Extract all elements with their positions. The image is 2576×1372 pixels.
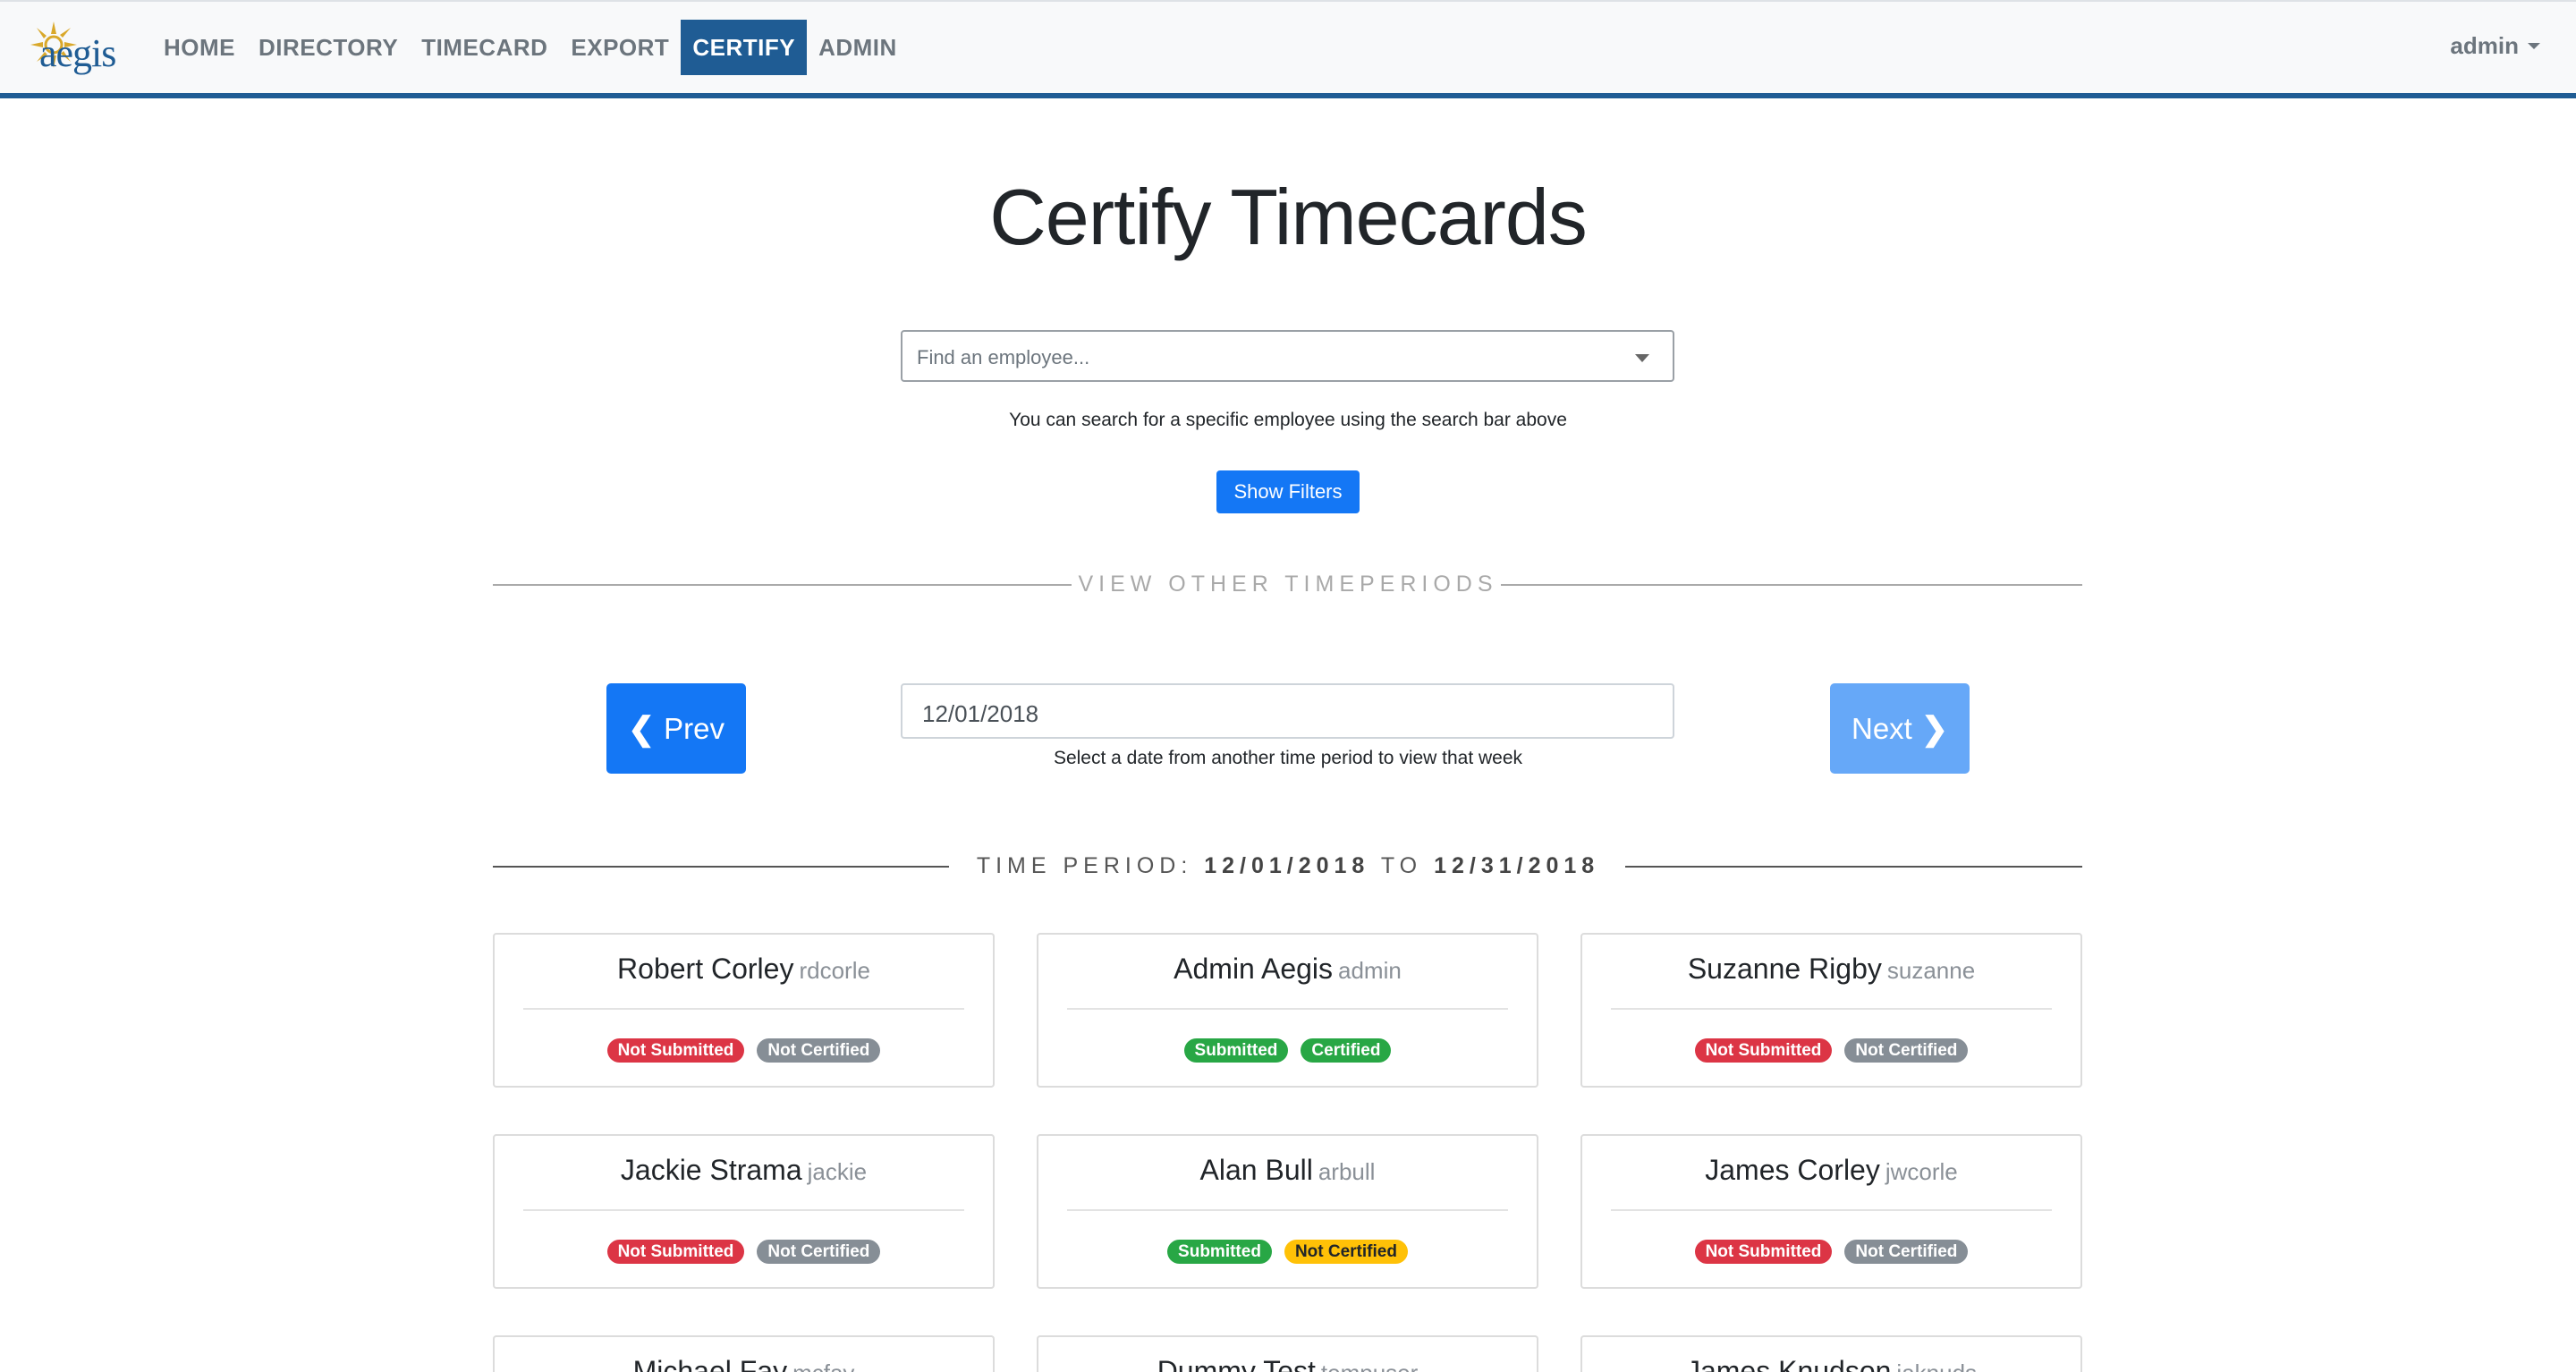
period-to: TO xyxy=(1369,853,1435,878)
employee-card[interactable]: James Knudson jaknuds xyxy=(1580,1335,2082,1372)
submitted-status-badge: Not Submitted xyxy=(1694,1240,1833,1264)
nav-directory[interactable]: DIRECTORY xyxy=(247,20,410,75)
employee-username: tempuser xyxy=(1321,1359,1418,1372)
chevron-left-icon: ❮ xyxy=(627,709,656,747)
certified-status-badge: Not Certified xyxy=(757,1038,881,1063)
nav-certify[interactable]: CERTIFY xyxy=(681,20,808,75)
period-start: 12/01/2018 xyxy=(1204,853,1370,878)
card-divider xyxy=(523,1209,964,1211)
certified-status-badge: Certified xyxy=(1301,1038,1392,1063)
employee-name: Alan Bull xyxy=(1199,1154,1313,1186)
card-divider xyxy=(523,1008,964,1010)
prev-label: Prev xyxy=(664,711,725,745)
logo-text: aegis xyxy=(39,31,116,75)
employee-username: jackie xyxy=(807,1158,868,1185)
employee-name: Admin Aegis xyxy=(1174,953,1334,985)
employee-card[interactable]: Jackie Strama jackie Not Submitted Not Ce… xyxy=(493,1134,995,1289)
user-name: admin xyxy=(2450,32,2519,59)
employee-username: jaknuds xyxy=(1896,1359,1977,1372)
employee-card[interactable]: Robert Corley rdcorle Not Submitted Not C… xyxy=(493,933,995,1088)
top-navbar: aegis HOME DIRECTORY TIMECARD EXPORT CER… xyxy=(0,0,2576,98)
employee-name: James Corley xyxy=(1705,1154,1880,1186)
employee-name: James Knudson xyxy=(1685,1355,1892,1372)
employee-username: mcfay xyxy=(792,1359,854,1372)
search-placeholder: Find an employee... xyxy=(917,346,1090,368)
card-divider xyxy=(1067,1008,1508,1010)
submitted-status-badge: Submitted xyxy=(1167,1240,1272,1264)
nav-admin[interactable]: ADMIN xyxy=(807,20,909,75)
certified-status-badge: Not Certified xyxy=(1284,1240,1408,1264)
employee-name: Michael Fay xyxy=(632,1355,788,1372)
search-help-text: You can search for a specific employee u… xyxy=(1009,410,1567,430)
next-period-button[interactable]: Next ❯ xyxy=(1830,683,1970,774)
employee-name: Jackie Strama xyxy=(620,1154,802,1186)
employee-search-select[interactable]: Find an employee... xyxy=(901,330,1674,382)
employee-card[interactable]: Admin Aegis admin Submitted Certified xyxy=(1037,933,1538,1088)
employee-name: Robert Corley xyxy=(617,953,794,985)
view-other-timeperiods-label: VIEW OTHER TIMEPERIODS xyxy=(1078,572,1498,597)
period-end: 12/31/2018 xyxy=(1434,853,1600,878)
certified-status-badge: Not Certified xyxy=(1844,1038,1969,1063)
card-divider xyxy=(1067,1209,1508,1211)
nav-export[interactable]: EXPORT xyxy=(559,20,681,75)
certified-status-badge: Not Certified xyxy=(1844,1240,1969,1264)
employee-username: arbull xyxy=(1318,1158,1376,1185)
main-nav: HOME DIRECTORY TIMECARD EXPORT CERTIFY A… xyxy=(152,20,909,75)
submitted-status-badge: Not Submitted xyxy=(606,1240,745,1264)
employee-username: rdcorle xyxy=(799,957,870,984)
employee-card[interactable]: Dummy Test tempuser xyxy=(1037,1335,1538,1372)
chevron-right-icon: ❯ xyxy=(1920,709,1949,747)
period-prefix: TIME PERIOD: xyxy=(976,853,1205,878)
user-menu[interactable]: admin xyxy=(2450,32,2540,60)
employee-username: jwcorle xyxy=(1885,1158,1958,1185)
date-value: 12/01/2018 xyxy=(922,700,1039,727)
nav-home[interactable]: HOME xyxy=(152,20,247,75)
certified-status-badge: Not Certified xyxy=(757,1240,881,1264)
submitted-status-badge: Not Submitted xyxy=(1694,1038,1833,1063)
submitted-status-badge: Not Submitted xyxy=(606,1038,745,1063)
time-period-label: TIME PERIOD: 12/01/2018 TO 12/31/2018 xyxy=(0,853,2576,879)
card-divider xyxy=(1611,1008,2052,1010)
aegis-logo[interactable]: aegis xyxy=(27,18,125,80)
employee-username: admin xyxy=(1338,957,1402,984)
employee-card[interactable]: Alan Bull arbull Submitted Not Certified xyxy=(1037,1134,1538,1289)
employee-name: Suzanne Rigby xyxy=(1687,953,1882,985)
date-picker-input[interactable]: 12/01/2018 xyxy=(901,683,1674,739)
show-filters-button[interactable]: Show Filters xyxy=(1216,470,1360,513)
date-help-text: Select a date from another time period t… xyxy=(1053,748,1523,768)
nav-timecard[interactable]: TIMECARD xyxy=(410,20,559,75)
chevron-down-icon xyxy=(2528,43,2540,49)
employee-card[interactable]: Suzanne Rigby suzanne Not Submitted Not C… xyxy=(1580,933,2082,1088)
page-title: Certify Timecards xyxy=(989,173,1588,261)
employee-card[interactable]: Michael Fay mcfay xyxy=(493,1335,995,1372)
employee-username: suzanne xyxy=(1886,957,1976,984)
dropdown-arrow-icon xyxy=(1635,354,1649,362)
card-divider xyxy=(1611,1209,2052,1211)
next-label: Next xyxy=(1851,711,1912,745)
employee-name: Dummy Test xyxy=(1157,1355,1316,1372)
employee-card[interactable]: James Corley jwcorle Not Submitted Not Ce… xyxy=(1580,1134,2082,1289)
submitted-status-badge: Submitted xyxy=(1183,1038,1289,1063)
